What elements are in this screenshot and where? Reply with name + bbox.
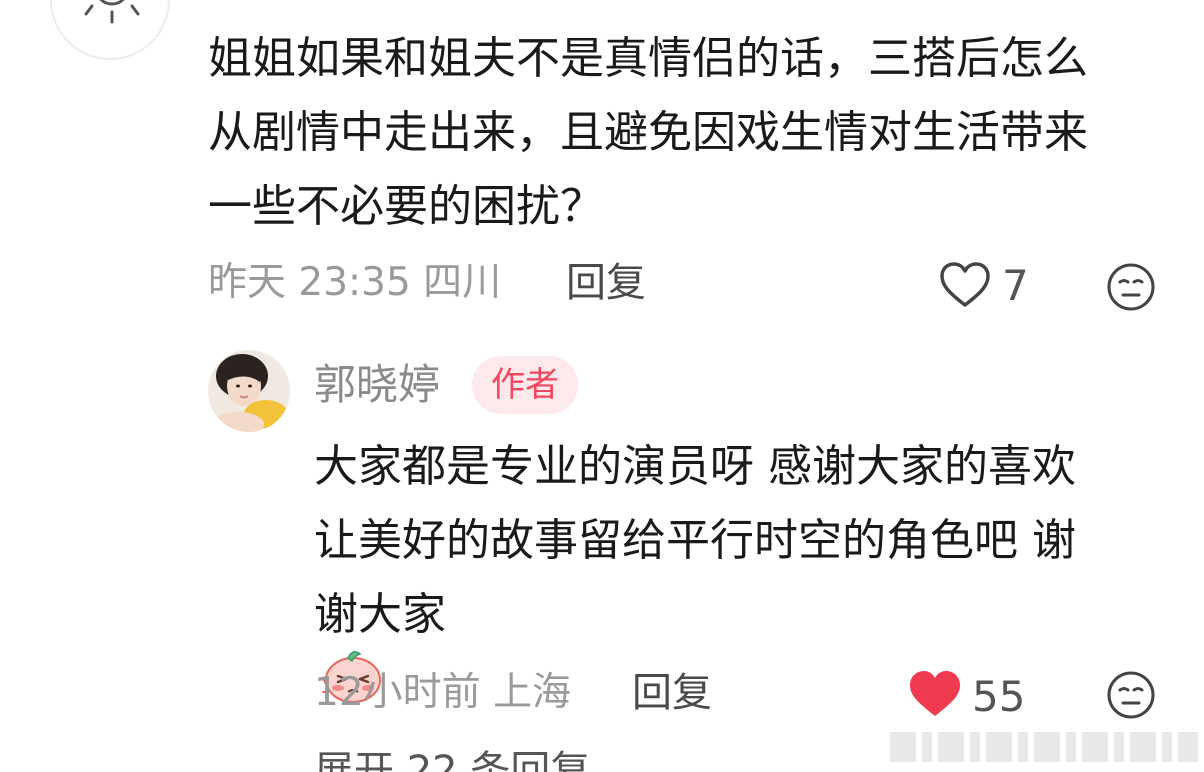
commenter-avatar[interactable]	[50, 0, 170, 60]
watermark-graphic	[890, 732, 1198, 762]
meh-face-icon[interactable]	[1106, 670, 1156, 724]
comment-body: 姐姐如果和姐夫不是真情侣的话，三搭后怎么 从剧情中走出来，且避免因戏生情对生活带…	[208, 22, 1178, 244]
reply-body: 大家都是专业的演员呀 感谢大家的喜欢 让美好的故事留给平行时空的角色吧 谢 谢大…	[314, 430, 1174, 708]
comment-line: 一些不必要的困扰？	[208, 181, 604, 232]
reply-username[interactable]: 郭晓婷	[314, 357, 440, 413]
comment-thread: 姐姐如果和姐夫不是真情侣的话，三搭后怎么 从剧情中走出来，且避免因戏生情对生活带…	[0, 0, 1204, 772]
heart-filled-icon[interactable]	[906, 668, 964, 724]
reply-button[interactable]: 回复	[632, 668, 712, 718]
like-count: 55	[972, 672, 1026, 721]
reply-button[interactable]: 回复	[566, 258, 646, 308]
like-count: 7	[1002, 261, 1029, 310]
heart-outline-icon[interactable]	[938, 260, 992, 314]
reply-line: 让美好的故事留给平行时空的角色吧 谢	[314, 515, 1076, 566]
reply-line: 大家都是专业的演员呀 感谢大家的喜欢	[314, 441, 1076, 492]
reply-avatar[interactable]	[208, 350, 290, 432]
comment-line: 从剧情中走出来，且避免因戏生情对生活带来	[208, 107, 1088, 158]
expand-replies-button[interactable]: 展开 22 条回复	[314, 746, 590, 772]
reply-line: 谢大家	[314, 589, 446, 640]
reply-meta: 12小时前 上海	[314, 670, 572, 715]
meh-face-icon[interactable]	[1106, 262, 1156, 316]
comment-line: 姐姐如果和姐夫不是真情侣的话，三搭后怎么	[208, 33, 1088, 84]
sun-icon	[84, 0, 140, 24]
comment-meta: 昨天 23:35 四川	[208, 260, 502, 305]
author-badge: 作者	[472, 356, 578, 414]
